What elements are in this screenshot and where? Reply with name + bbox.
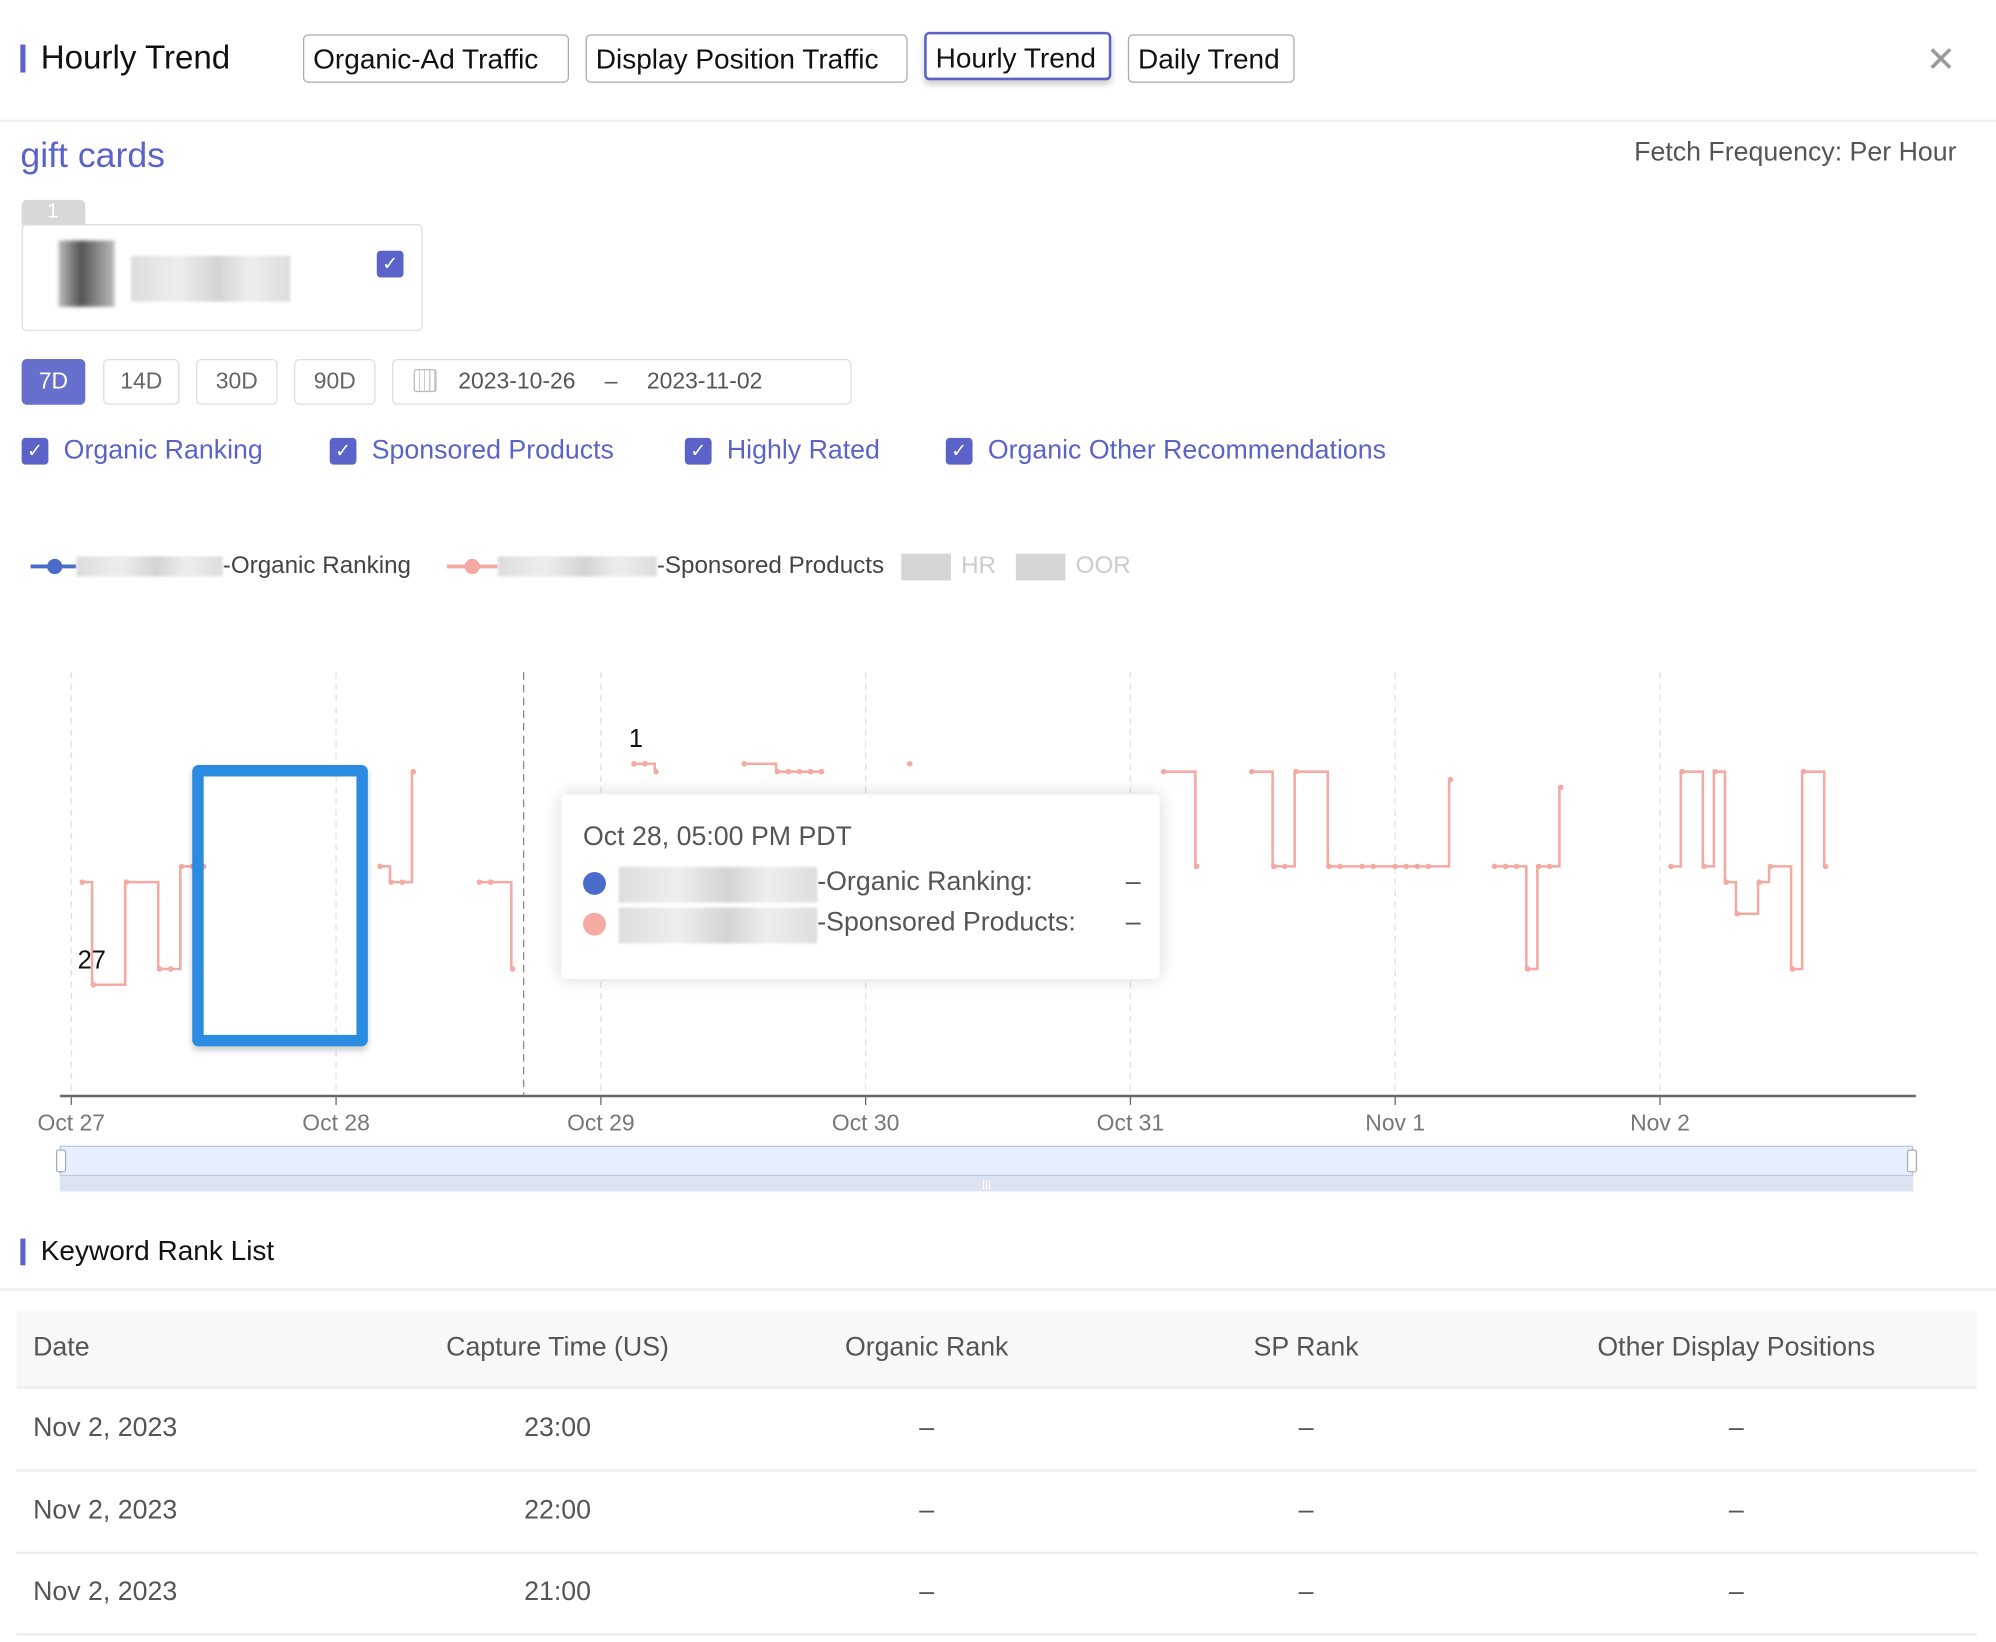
tooltip-row-organic: -Organic Ranking: – (583, 866, 1143, 903)
series-name-redacted (618, 866, 818, 903)
series-step-segment (1715, 770, 1727, 883)
x-tick-label: Oct 29 (567, 1110, 635, 1136)
table-cell: – (919, 1495, 935, 1525)
table-cell: – (1298, 1577, 1314, 1607)
table-cell: – (1728, 1577, 1744, 1607)
series-step-segment (644, 762, 657, 772)
series-step-segment (1516, 865, 1528, 969)
tooltip-value: – (1125, 907, 1141, 937)
table-cell: Nov 2, 2023 (33, 1577, 178, 1607)
tooltip-title: Oct 28, 05:00 PM PDT (583, 822, 852, 852)
sponsored-dot-icon (583, 912, 606, 936)
column-header: Date (33, 1332, 90, 1363)
section-accent-bar (20, 1238, 26, 1266)
series-step-segment (1770, 865, 1793, 969)
chart-tooltip: Oct 28, 05:00 PM PDT -Organic Ranking: –… (561, 794, 1160, 979)
column-header: Other Display Positions (1597, 1332, 1876, 1363)
tooltip-value: – (1125, 866, 1141, 897)
zoom-slider-left-handle[interactable] (56, 1149, 67, 1173)
zoom-slider-window[interactable] (59, 1145, 1914, 1177)
table-cell: – (1728, 1412, 1744, 1443)
table-cell: – (1728, 1495, 1744, 1525)
series-step-segment (1549, 787, 1561, 868)
series-step-segment (1295, 770, 1330, 867)
x-tick-label: Nov 2 (1630, 1110, 1690, 1136)
column-header: SP Rank (1253, 1332, 1359, 1363)
data-point (1193, 863, 1200, 870)
series-step-segment (1163, 770, 1197, 867)
table-cell: Nov 2, 2023 (33, 1412, 178, 1443)
table-cell: Nov 2, 2023 (33, 1495, 178, 1525)
data-point (1447, 776, 1454, 783)
series-step-segment (490, 880, 513, 969)
table-cell: 22:00 (524, 1495, 592, 1525)
series-step-segment (170, 866, 182, 971)
tooltip-row-sponsored: -Sponsored Products: – (583, 907, 1143, 944)
series-step-segment (1704, 771, 1716, 868)
value-label: 27 (77, 947, 106, 976)
table-cell: 23:00 (524, 1412, 592, 1443)
data-point (1557, 784, 1564, 791)
x-tick-label: Oct 28 (302, 1110, 370, 1136)
table-row-divider (16, 1468, 1977, 1472)
series-step-segment (126, 880, 160, 969)
table-cell: 21:00 (524, 1577, 592, 1607)
series-step-segment (1671, 771, 1683, 868)
series-step-segment (1726, 880, 1738, 914)
table-cell: – (919, 1577, 935, 1607)
tooltip-label: -Sponsored Products: (817, 907, 1076, 937)
series-step-segment (1792, 771, 1804, 971)
series-step-segment (744, 762, 778, 772)
data-point (653, 768, 659, 775)
data-point (906, 760, 913, 767)
table-cell: – (1298, 1495, 1314, 1525)
series-step-segment (1251, 770, 1274, 867)
data-point (1822, 863, 1829, 870)
series-step-segment (1527, 866, 1539, 971)
series-step-segment (402, 771, 414, 884)
series-step-segment (1284, 771, 1296, 868)
x-tick-label: Nov 1 (1365, 1110, 1426, 1136)
data-point (410, 768, 417, 775)
x-tick-label: Oct 31 (1096, 1110, 1165, 1136)
column-header: Organic Rank (844, 1332, 1009, 1363)
organic-dot-icon (583, 871, 606, 895)
series-name-redacted (618, 907, 818, 944)
divider (16, 1386, 1977, 1389)
value-label: 1 (628, 725, 644, 754)
table-row-divider (16, 1551, 1977, 1554)
x-tick-label: Oct 27 (37, 1110, 106, 1136)
series-step-segment (1682, 770, 1705, 867)
table-cell: – (919, 1412, 935, 1443)
series-step-segment (1737, 882, 1760, 916)
series-step-segment (1803, 770, 1826, 867)
tooltip-label: -Organic Ranking: (817, 866, 1033, 897)
data-point (818, 768, 825, 775)
section-divider (0, 1288, 1996, 1291)
zoom-slider-drag-bar[interactable]: ||| (59, 1176, 1914, 1192)
table-cell: – (1298, 1412, 1314, 1443)
rank-list-title: Keyword Rank List (40, 1234, 275, 1267)
data-point (509, 966, 516, 972)
table-row-divider (16, 1633, 1977, 1636)
highlight-box (192, 765, 368, 1047)
series-step-segment (1428, 779, 1451, 868)
column-header: Capture Time (US) (446, 1332, 669, 1363)
x-tick-label: Oct 30 (831, 1110, 900, 1136)
zoom-slider-right-handle[interactable] (1906, 1149, 1918, 1173)
